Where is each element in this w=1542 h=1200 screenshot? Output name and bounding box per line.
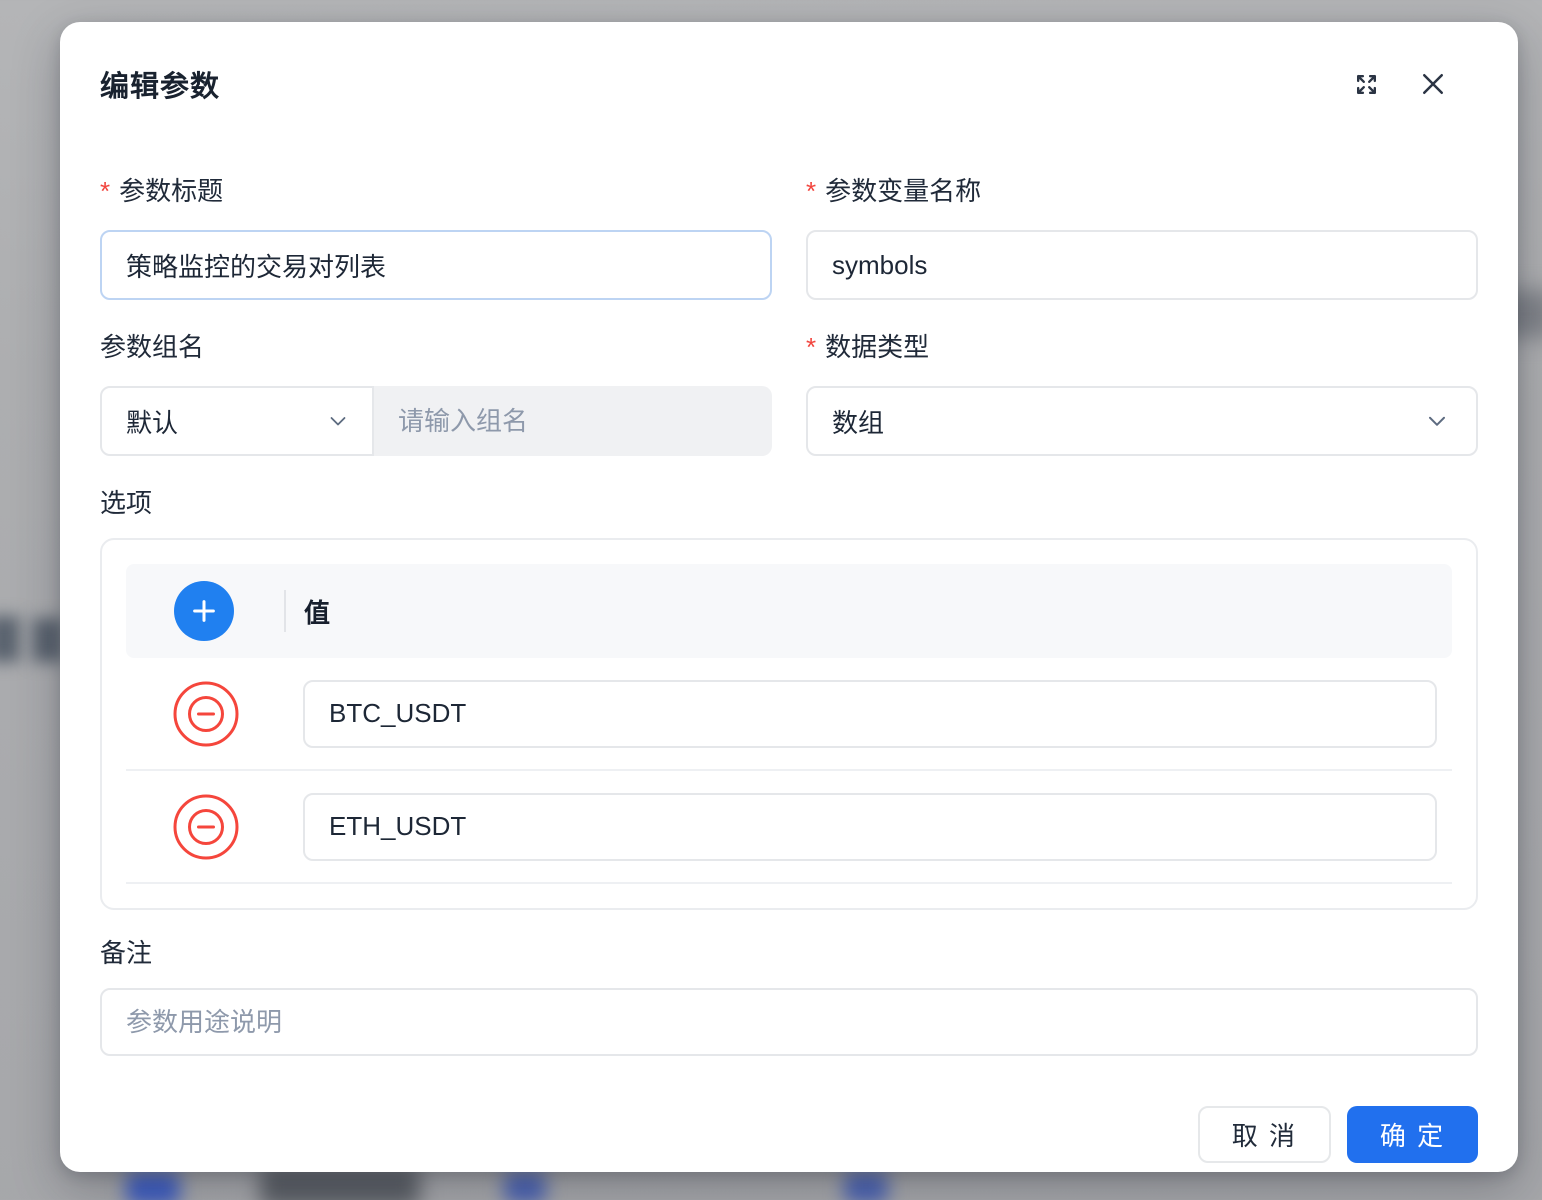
remove-option-button[interactable] (172, 680, 240, 748)
option-row (126, 658, 1452, 771)
expand-icon (1353, 71, 1380, 98)
remark-label: 备注 (100, 938, 1478, 968)
chevron-down-icon (326, 409, 350, 433)
background-blob (126, 1172, 180, 1200)
value-column-header: 值 (304, 593, 330, 630)
cancel-button[interactable]: 取 消 (1198, 1106, 1331, 1163)
param-variable-input[interactable] (806, 230, 1478, 300)
param-title-label: 参数标题 (119, 176, 223, 206)
option-value-input[interactable] (303, 793, 1437, 861)
minus-circle-icon (172, 680, 240, 748)
required-asterisk: * (100, 176, 110, 206)
fullscreen-button[interactable] (1353, 71, 1380, 98)
dialog-footer: 取 消 确 定 (100, 1106, 1478, 1163)
confirm-button[interactable]: 确 定 (1347, 1106, 1478, 1163)
required-asterisk: * (806, 332, 816, 362)
param-group-label: 参数组名 (100, 332, 204, 362)
remark-input[interactable] (100, 988, 1478, 1056)
param-variable-label: 参数变量名称 (825, 176, 981, 206)
chevron-down-icon (1424, 408, 1450, 434)
plus-icon (189, 596, 219, 626)
param-group-select[interactable]: 默认 (100, 386, 374, 456)
data-type-label: 数据类型 (825, 332, 929, 362)
background-blob (844, 1172, 888, 1200)
required-asterisk: * (806, 176, 816, 206)
close-icon (1418, 69, 1448, 99)
param-group-select-value: 默认 (126, 403, 178, 440)
edit-parameter-dialog: 编辑参数 (60, 22, 1518, 1172)
param-group-control: 默认 (100, 386, 772, 456)
dialog-header: 编辑参数 (100, 62, 1478, 106)
background-blob (0, 616, 20, 662)
header-divider (284, 590, 286, 632)
dialog-title: 编辑参数 (100, 63, 220, 105)
minus-circle-icon (172, 793, 240, 861)
options-table: 值 (100, 538, 1478, 910)
data-type-select-value: 数组 (832, 403, 884, 440)
background-blob (504, 1172, 546, 1200)
remove-option-button[interactable] (172, 793, 240, 861)
param-group-name-input[interactable] (374, 386, 772, 456)
option-value-input[interactable] (303, 680, 1437, 748)
param-title-input[interactable] (100, 230, 772, 300)
option-row (126, 771, 1452, 884)
options-label: 选项 (100, 488, 1478, 518)
options-table-header: 值 (126, 564, 1452, 658)
add-option-button[interactable] (174, 581, 234, 641)
close-button[interactable] (1418, 69, 1448, 99)
data-type-select[interactable]: 数组 (806, 386, 1478, 456)
